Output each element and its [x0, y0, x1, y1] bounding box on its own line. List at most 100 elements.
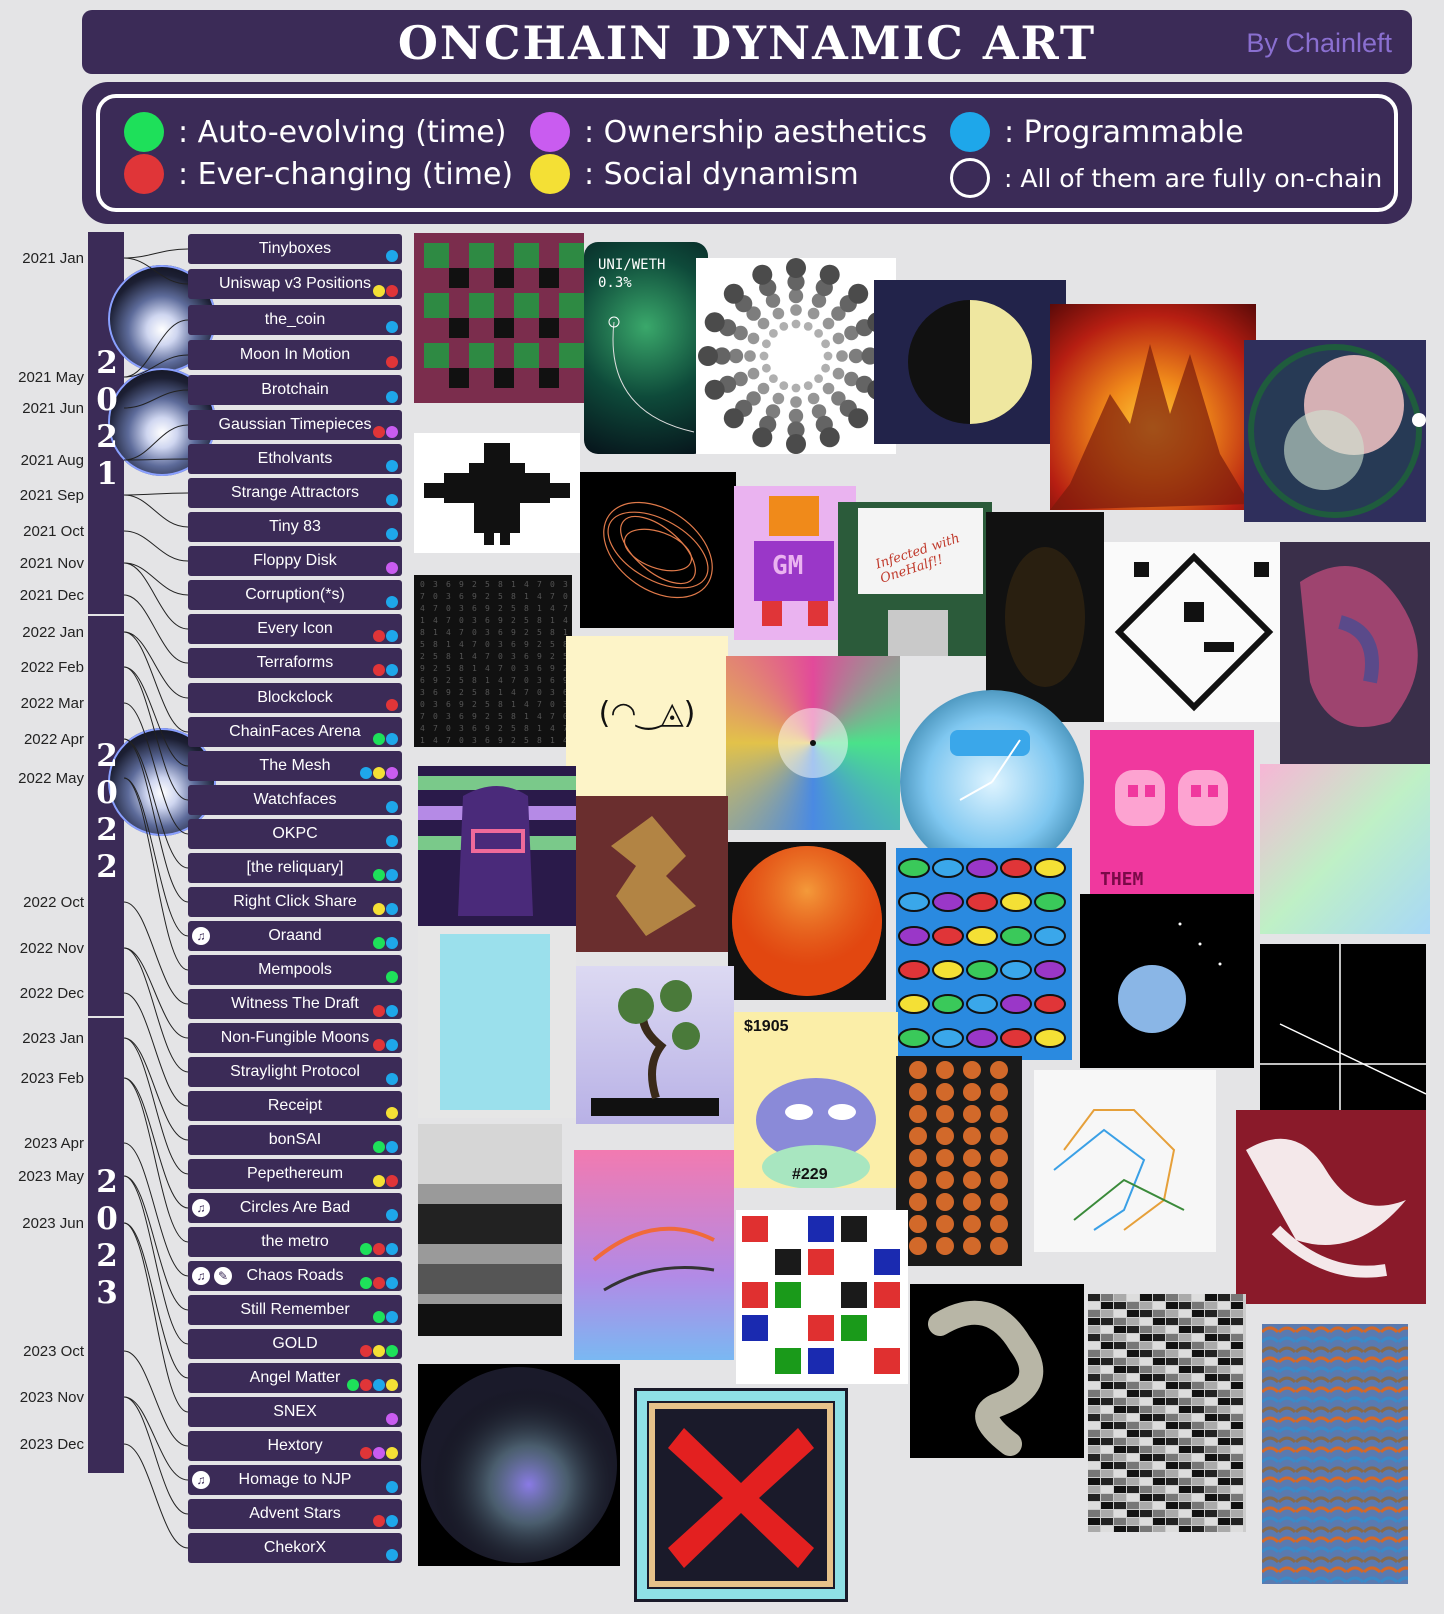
blue-dot-icon: [386, 1209, 398, 1221]
project-name: the metro: [261, 1233, 329, 1250]
svg-text:9: 9: [511, 628, 516, 637]
pepe-id: #229: [792, 1166, 828, 1183]
project-name: Terraforms: [256, 654, 334, 671]
blue-dot-icon: [386, 528, 398, 540]
project-item: OKPC: [188, 819, 402, 849]
svg-text:4: 4: [485, 664, 490, 673]
svg-text:4: 4: [433, 616, 438, 625]
blue-dot-icon: [386, 1073, 398, 1085]
svg-text:5: 5: [459, 676, 464, 685]
tag-dots: [373, 1039, 398, 1051]
art-the-coin: [696, 258, 896, 454]
svg-text:0: 0: [446, 724, 451, 733]
art-chainfaces-arena: (◠‿◬): [566, 636, 728, 798]
svg-text:7: 7: [537, 700, 542, 709]
tag-dots: [386, 1209, 398, 1221]
legend-label: : Ownership aesthetics: [584, 114, 928, 150]
legend-item-programmable: : Programmable: [950, 112, 1244, 152]
red-dot-icon: [386, 285, 398, 297]
project-item: Still Remember: [188, 1295, 402, 1325]
svg-text:8: 8: [524, 724, 529, 733]
art-the-metro: [1034, 1070, 1216, 1252]
blue-dot-icon: [386, 1549, 398, 1561]
art-strange-attractors: [580, 472, 736, 628]
project-name: Hextory: [267, 1437, 323, 1454]
svg-text:6: 6: [433, 688, 438, 697]
project-item: Moon In Motion: [188, 340, 402, 370]
yellow-dot-icon: [386, 1447, 398, 1459]
svg-text:9: 9: [472, 712, 477, 721]
svg-text:4: 4: [433, 736, 438, 745]
svg-text:1: 1: [420, 736, 425, 745]
svg-text:2: 2: [550, 652, 555, 661]
connector-lines: [123, 248, 189, 1549]
art-straylight-protocol: [1260, 944, 1426, 1110]
svg-text:0: 0: [446, 604, 451, 613]
svg-text:6: 6: [459, 712, 464, 721]
tiny83-label: GM: [772, 551, 804, 581]
svg-text:1: 1: [459, 652, 464, 661]
project-item: Corruption(*s): [188, 580, 402, 610]
red-dot-icon: [373, 664, 385, 676]
green-dot-icon: [373, 1311, 385, 1323]
music-note-icon: ♫: [192, 1199, 210, 1217]
svg-text:7: 7: [498, 664, 503, 673]
art-mempools: [728, 842, 886, 1000]
red-dot-icon: [373, 426, 385, 438]
legend-frame: : Auto-evolving (time) : Ever-changing (…: [96, 94, 1398, 212]
project-name: Pepethereum: [246, 1165, 344, 1182]
svg-text:3: 3: [420, 688, 425, 697]
art-blockclock: 0369258147037036925814704703692581471470…: [414, 575, 572, 747]
svg-text:2: 2: [498, 724, 503, 733]
tag-dots: [386, 391, 398, 403]
art-tinyboxes: [414, 233, 584, 403]
svg-text:3: 3: [433, 700, 438, 709]
svg-text:7: 7: [433, 724, 438, 733]
project-name: Homage to NJP: [238, 1471, 352, 1488]
art-brotchain: [1050, 304, 1256, 510]
svg-text:2: 2: [498, 604, 503, 613]
project-item: Pepethereum: [188, 1159, 402, 1189]
project-item: Blockclock: [188, 683, 402, 713]
tag-dots: [386, 528, 398, 540]
yellow-dot-icon: [386, 1379, 398, 1391]
legend-item-onchain: : All of them are fully on-chain: [950, 158, 1382, 198]
tag-dots: [360, 1277, 398, 1289]
svg-text:4: 4: [459, 640, 464, 649]
purple-dot-icon: [373, 1447, 385, 1459]
tag-dots: [373, 1311, 398, 1323]
svg-text:8: 8: [498, 700, 503, 709]
svg-text:0: 0: [563, 592, 568, 601]
svg-text:0: 0: [420, 580, 425, 589]
svg-text:1: 1: [511, 700, 516, 709]
project-name: ChainFaces Arena: [229, 723, 361, 740]
svg-text:1: 1: [433, 628, 438, 637]
tag-dots: [386, 835, 398, 847]
blue-dot-icon: [386, 1515, 398, 1527]
art-bonsai: [576, 966, 734, 1124]
svg-text:2: 2: [446, 676, 451, 685]
tag-dots: [373, 903, 398, 915]
svg-text:5: 5: [550, 640, 555, 649]
svg-text:0: 0: [420, 700, 425, 709]
green-dot-icon: [360, 1277, 372, 1289]
svg-text:5: 5: [524, 736, 529, 745]
green-dot-icon: [386, 971, 398, 983]
svg-text:5: 5: [420, 640, 425, 649]
art-still-remember: [418, 1124, 562, 1336]
svg-text:6: 6: [550, 676, 555, 685]
svg-text:2: 2: [433, 664, 438, 673]
project-item: Uniswap v3 Positions: [188, 269, 402, 299]
svg-text:5: 5: [433, 652, 438, 661]
tag-dots: [386, 460, 398, 472]
project-name: Receipt: [267, 1097, 323, 1114]
svg-text:1: 1: [511, 580, 516, 589]
svg-text:7: 7: [550, 712, 555, 721]
project-name: Witness The Draft: [231, 995, 359, 1012]
art-receipt: [418, 926, 576, 1118]
svg-text:0: 0: [472, 628, 477, 637]
tag-dots: [386, 250, 398, 262]
project-item: ChainFaces Arena: [188, 717, 402, 747]
red-dot-icon: [373, 1277, 385, 1289]
yellow-dot-icon: [373, 903, 385, 915]
